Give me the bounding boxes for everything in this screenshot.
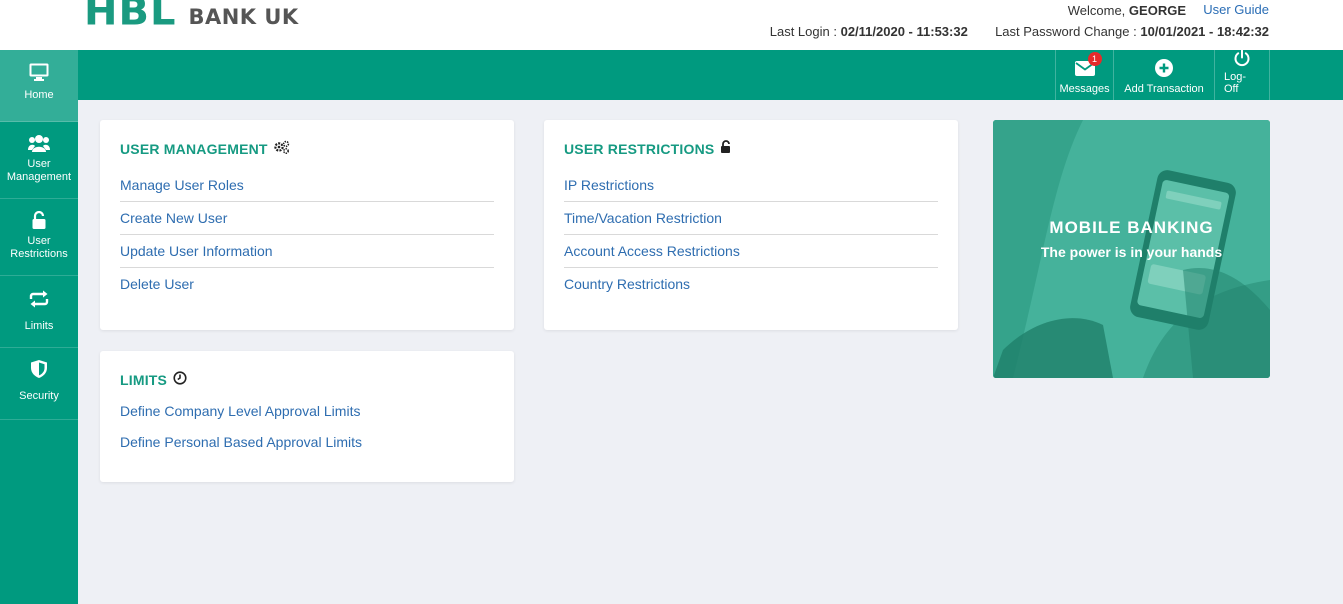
banner-subtitle: The power is in your hands bbox=[1040, 244, 1223, 260]
create-new-user-link[interactable]: Create New User bbox=[120, 202, 494, 235]
company-level-limits-link[interactable]: Define Company Level Approval Limits bbox=[120, 396, 494, 427]
user-management-title-text: USER MANAGEMENT bbox=[120, 140, 268, 157]
last-password-value: 10/01/2021 - 18:42:32 bbox=[1140, 24, 1269, 39]
welcome-prefix: Welcome, bbox=[1067, 3, 1126, 18]
logo-text: BANK UK bbox=[188, 5, 299, 29]
sidebar-label-home: Home bbox=[24, 89, 54, 101]
power-icon bbox=[1233, 49, 1251, 67]
messages-badge: 1 bbox=[1087, 52, 1102, 66]
last-login-label: Last Login : bbox=[769, 24, 837, 39]
unlock-icon bbox=[720, 140, 732, 157]
messages-button[interactable]: 1 Messages bbox=[1055, 50, 1113, 100]
sidebar: Home User Management User Restrictions L… bbox=[0, 50, 78, 604]
log-off-label: Log-Off bbox=[1224, 71, 1247, 95]
sidebar-item-user-management[interactable]: User Management bbox=[0, 122, 78, 199]
login-info: Last Login : 02/11/2020 - 11:53:32 Last … bbox=[770, 24, 1269, 39]
account-access-restrictions-link[interactable]: Account Access Restrictions bbox=[564, 235, 938, 268]
sidebar-item-user-restrictions[interactable]: User Restrictions bbox=[0, 199, 78, 276]
banner-title: MOBILE BANKING bbox=[1049, 218, 1214, 237]
user-name: GEORGE bbox=[1128, 3, 1186, 18]
add-transaction-button[interactable]: Add Transaction bbox=[1113, 50, 1214, 100]
add-transaction-label: Add Transaction bbox=[1124, 83, 1204, 95]
ip-restrictions-link[interactable]: IP Restrictions bbox=[564, 169, 938, 202]
log-off-button[interactable]: Log-Off bbox=[1214, 49, 1270, 100]
personal-based-limits-link[interactable]: Define Personal Based Approval Limits bbox=[120, 427, 494, 458]
sidebar-label-user-management: User Management bbox=[6, 158, 72, 183]
sidebar-item-security[interactable]: Security bbox=[0, 348, 78, 420]
limits-title-text: LIMITS bbox=[120, 371, 168, 388]
gears-icon bbox=[273, 140, 290, 157]
user-restrictions-title: USER RESTRICTIONS bbox=[564, 140, 732, 157]
banner-text: MOBILE BANKING The power is in your hand… bbox=[993, 218, 1270, 260]
user-management-card: USER MANAGEMENT Manage User Roles Create… bbox=[100, 120, 514, 330]
exchange-icon bbox=[28, 288, 50, 310]
lock-icon bbox=[32, 209, 46, 231]
sidebar-label-user-restrictions: User Restrictions bbox=[10, 235, 68, 260]
user-restrictions-card: USER RESTRICTIONS IP Restrictions Time/V… bbox=[544, 120, 958, 330]
delete-user-link[interactable]: Delete User bbox=[120, 268, 494, 301]
toolbar-actions: 1 Messages Add Transaction Log-Off bbox=[1055, 49, 1270, 100]
shield-icon bbox=[31, 358, 47, 380]
country-restrictions-link[interactable]: Country Restrictions bbox=[564, 268, 938, 301]
sidebar-item-limits[interactable]: Limits bbox=[0, 276, 78, 348]
user-management-links: Manage User Roles Create New User Update… bbox=[120, 169, 494, 301]
manage-user-roles-link[interactable]: Manage User Roles bbox=[120, 169, 494, 202]
user-restrictions-links: IP Restrictions Time/Vacation Restrictio… bbox=[564, 169, 938, 301]
limits-links: Define Company Level Approval Limits Def… bbox=[120, 396, 494, 458]
time-vacation-restriction-link[interactable]: Time/Vacation Restriction bbox=[564, 202, 938, 235]
top-toolbar: 1 Messages Add Transaction Log-Off bbox=[78, 49, 1343, 100]
limits-title: LIMITS bbox=[120, 371, 187, 388]
last-password-label: Last Password Change : bbox=[995, 24, 1137, 39]
plus-circle-icon bbox=[1155, 57, 1173, 79]
messages-label: Messages bbox=[1059, 83, 1110, 95]
clock-icon bbox=[173, 371, 187, 388]
update-user-information-link[interactable]: Update User Information bbox=[120, 235, 494, 268]
welcome-text: Welcome, GEORGE bbox=[1068, 3, 1186, 18]
limits-card: LIMITS Define Company Level Approval Lim… bbox=[100, 351, 514, 482]
sidebar-label-limits: Limits bbox=[24, 320, 54, 332]
monitor-icon bbox=[29, 61, 49, 83]
mobile-banking-banner[interactable]: MOBILE BANKING The power is in your hand… bbox=[993, 120, 1270, 378]
users-icon bbox=[28, 132, 50, 154]
last-login-value: 02/11/2020 - 11:53:32 bbox=[840, 24, 968, 39]
sidebar-item-home[interactable]: Home bbox=[0, 50, 78, 122]
sidebar-label-security: Security bbox=[19, 390, 59, 402]
user-management-title: USER MANAGEMENT bbox=[120, 140, 290, 157]
logo-mark: HBL bbox=[84, 0, 177, 34]
user-guide-link[interactable]: User Guide bbox=[1203, 2, 1269, 17]
user-restrictions-title-text: USER RESTRICTIONS bbox=[564, 140, 715, 157]
hbl-logo[interactable]: HBL BANK UK bbox=[84, 0, 299, 32]
header: HBL BANK UK Welcome, GEORGE User Guide L… bbox=[0, 0, 1343, 50]
